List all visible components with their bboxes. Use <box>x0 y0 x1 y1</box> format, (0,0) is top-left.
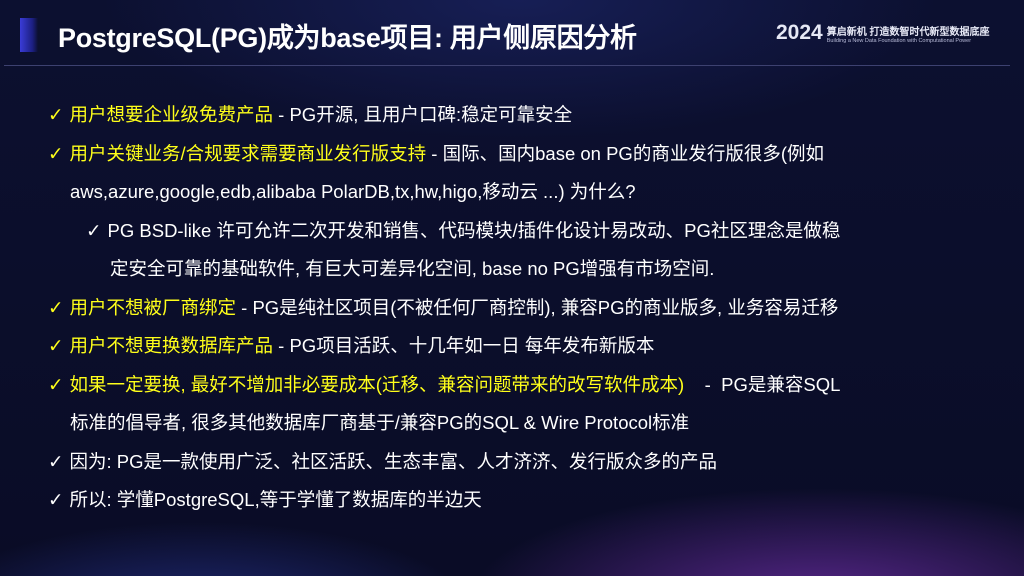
bullet-text: - PG开源, 且用户口碑:稳定可靠安全 <box>273 104 573 125</box>
sub-bullet-item: ✓ PG BSD-like 许可允许二次开发和销售、代码模块/插件化设计易改动、P… <box>48 212 978 251</box>
check-icon: ✓ <box>48 296 64 318</box>
bullet-highlight: 用户不想更换数据库产品 <box>69 335 274 356</box>
check-icon: ✓ <box>86 219 102 241</box>
brand-year: 2024 <box>776 21 823 44</box>
bullet-item: ✓ 如果一定要换, 最好不增加非必要成本(迁移、兼容问题带来的改写软件成本) - … <box>48 366 978 405</box>
check-icon: ✓ <box>48 335 64 356</box>
bullet-highlight: 用户不想被厂商绑定 <box>69 296 237 318</box>
brand-subtitle: Building a New Data Foundation with Comp… <box>826 37 972 44</box>
event-logo: 2024 算启新机 打造数智时代新型数据底座 Building a New Da… <box>776 21 990 45</box>
bullet-continuation: 标准的倡导者, 很多其他数据库厂商基于/兼容PG的SQL & Wire Prot… <box>70 412 690 433</box>
bullet-highlight: 用户想要企业级免费产品 <box>69 104 274 125</box>
check-icon: ✓ <box>48 450 64 472</box>
check-icon: ✓ <box>48 489 64 510</box>
bullet-highlight: 如果一定要换, 最好不增加非必要成本(迁移、兼容问题带来的改写软件成本) <box>69 373 685 395</box>
bullet-text: 因为: PG是一款使用广泛、社区活跃、生态丰富、人才济济、发行版众多的产品 <box>69 450 718 472</box>
title-accent-bar <box>20 18 38 52</box>
bullet-text: - PG是纯社区项目(不被任何厂商控制), 兼容PG的商业版多, 业务容易迁移 <box>236 296 839 318</box>
bullet-text: - PG是兼容SQL <box>684 373 841 395</box>
bullet-list: ✓ 用户想要企业级免费产品 - PG开源, 且用户口碑:稳定可靠安全 ✓ 用户关键业… <box>48 96 978 520</box>
bullet-item: ✓ 用户想要企业级免费产品 - PG开源, 且用户口碑:稳定可靠安全 <box>48 96 978 135</box>
bullet-item: ✓ 所以: 学懂PostgreSQL,等于学懂了数据库的半边天 <box>48 481 978 520</box>
bullet-item: ✓ 用户关键业务/合规要求需要商业发行版支持 - 国际、国内base on PG的… <box>48 135 978 174</box>
brand-slogan: 算启新机 打造数智时代新型数据底座 <box>826 26 990 38</box>
check-icon: ✓ <box>48 104 64 125</box>
slide-title: PostgreSQL(PG)成为base项目: 用户侧原因分析 <box>58 23 637 53</box>
bullet-text: 所以: 学懂PostgreSQL,等于学懂了数据库的半边天 <box>69 489 482 510</box>
check-icon: ✓ <box>48 142 64 164</box>
bullet-highlight: 用户关键业务/合规要求需要商业发行版支持 <box>69 142 427 164</box>
bullet-continuation: aws,azure,google,edb,alibaba PolarDB,tx,… <box>70 181 636 202</box>
bullet-text: - PG项目活跃、十几年如一日 每年发布新版本 <box>273 335 655 356</box>
check-icon: ✓ <box>48 373 64 395</box>
bullet-continuation: 定安全可靠的基础软件, 有巨大可差异化空间, base no PG增强有市场空间… <box>110 258 715 279</box>
bullet-text: - 国际、国内base on PG的商业发行版很多(例如 <box>426 142 824 164</box>
bullet-item: ✓ 用户不想被厂商绑定 - PG是纯社区项目(不被任何厂商控制), 兼容PG的商业… <box>48 289 978 328</box>
bullet-item: ✓ 因为: PG是一款使用广泛、社区活跃、生态丰富、人才济济、发行版众多的产品 <box>48 443 978 482</box>
bullet-item: ✓ 用户不想更换数据库产品 - PG项目活跃、十几年如一日 每年发布新版本 <box>48 327 978 366</box>
title-divider <box>4 65 1010 66</box>
bullet-text: PG BSD-like 许可允许二次开发和销售、代码模块/插件化设计易改动、PG… <box>107 219 841 241</box>
